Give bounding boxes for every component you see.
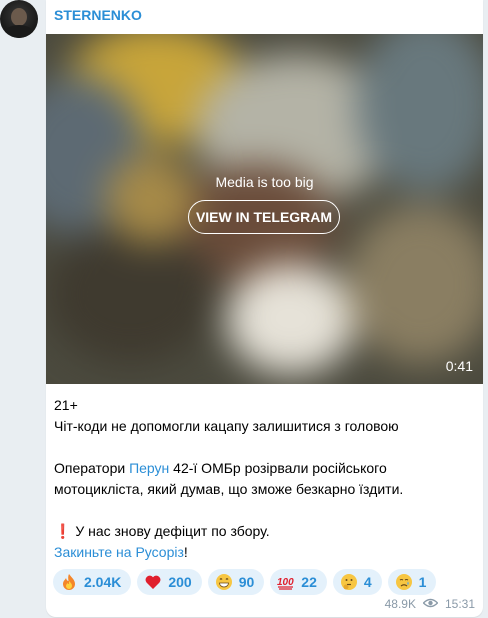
- media-too-big-notice: Media is too big: [215, 174, 314, 190]
- post-paragraph: Оператори Перун 42-ї ОМБр розірвали росі…: [54, 458, 474, 479]
- reaction-fire[interactable]: 2.04K: [53, 569, 132, 595]
- text-span: 42-ї ОМБр розірвали російського: [169, 460, 387, 476]
- reaction-count: 1: [418, 574, 427, 590]
- perun-link[interactable]: Перун: [129, 460, 169, 476]
- post-paragraph: Закиньте на Русоріз!: [54, 542, 474, 563]
- reaction-hundred[interactable]: 100 22: [270, 569, 327, 595]
- donate-link[interactable]: Закиньте на Русоріз: [54, 544, 184, 560]
- avatar-face: [11, 8, 27, 26]
- reaction-thinking[interactable]: 4: [332, 569, 382, 595]
- fire-icon: [60, 573, 78, 591]
- reactions-bar: 2.04K 200 90 100 22 4 1: [53, 569, 437, 595]
- heart-icon: [144, 573, 162, 591]
- text-span: У нас знову дефіцит по збору.: [71, 523, 270, 539]
- crying-icon: [395, 573, 413, 591]
- post-paragraph: ❗ У нас знову дефіцит по збору.: [54, 521, 474, 542]
- video-preview[interactable]: Media is too big VIEW IN TELEGRAM 0:41: [46, 34, 483, 384]
- reaction-crying[interactable]: 1: [387, 569, 437, 595]
- reaction-heart[interactable]: 200: [137, 569, 202, 595]
- eye-icon: [422, 597, 439, 611]
- svg-text:100: 100: [277, 577, 294, 588]
- message-meta: 48.9K 15:31: [385, 597, 475, 611]
- reaction-count: 200: [168, 574, 192, 590]
- post-line: 21+: [54, 397, 78, 413]
- message-bubble: STERNENKO Media is too big VIEW IN TELEG…: [46, 0, 483, 617]
- post-text: 21+ Чіт-коди не допомогли кацапу залишит…: [54, 395, 474, 563]
- view-in-telegram-button[interactable]: VIEW IN TELEGRAM: [188, 200, 340, 234]
- text-span: !: [183, 544, 188, 560]
- post-line: Чіт-коди не допомогли кацапу залишитися …: [54, 418, 399, 434]
- view-count: 48.9K: [384, 597, 416, 611]
- video-duration: 0:41: [445, 358, 473, 374]
- channel-name[interactable]: STERNENKO: [54, 7, 142, 23]
- reaction-count: 4: [363, 574, 372, 590]
- reaction-grin[interactable]: 90: [207, 569, 265, 595]
- reaction-count: 2.04K: [84, 574, 122, 590]
- channel-avatar[interactable]: [0, 0, 38, 38]
- post-line: мотоцикліста, який думав, що зможе безка…: [54, 481, 404, 497]
- avatar-shoulders: [4, 25, 34, 38]
- message-time: 15:31: [444, 597, 475, 611]
- text-span: Оператори: [54, 460, 130, 476]
- exclamation-icon: ❗: [54, 523, 72, 539]
- grin-icon: [215, 573, 233, 591]
- thinking-icon: [340, 573, 358, 591]
- reaction-count: 22: [301, 574, 317, 590]
- reaction-count: 90: [238, 574, 255, 590]
- hundred-icon: 100: [277, 573, 295, 591]
